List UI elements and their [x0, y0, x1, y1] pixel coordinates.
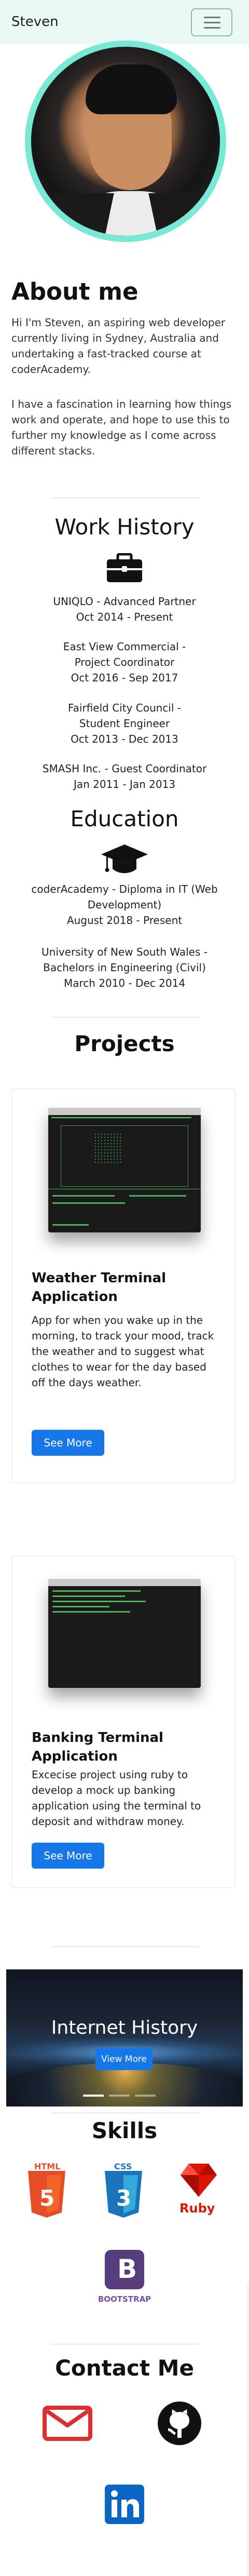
see-more-button[interactable]: See More: [32, 1843, 104, 1869]
about-title: About me: [11, 278, 139, 305]
carousel-indicator[interactable]: [135, 2095, 156, 2097]
ascii-art-icon: [94, 1133, 122, 1164]
email-icon[interactable]: [43, 2406, 92, 2441]
job-dates: Oct 2016 - Sep 2017: [71, 672, 178, 684]
css3-glyph: 3: [116, 2185, 132, 2211]
css3-icon: CSS 3: [102, 2162, 145, 2220]
terminal-line: [52, 1590, 141, 1592]
carousel-title: Internet History: [51, 2017, 198, 2038]
hamburger-line-icon: [204, 27, 220, 29]
project-card-banking: Banking Terminal Application Excecise pr…: [11, 1555, 236, 1888]
contact-title: Contact Me: [55, 2355, 194, 2381]
bootstrap-glyph: B: [117, 2254, 137, 2284]
linkedin-icon[interactable]: [105, 2485, 144, 2524]
banking-terminal-screenshot: [48, 1579, 201, 1688]
project-card-weather: Weather Terminal Application App for whe…: [11, 1089, 236, 1483]
ruby-gem-icon: [181, 2164, 217, 2197]
profile-photo-jacket-left: [42, 193, 114, 236]
projects-title: Projects: [74, 1031, 175, 1056]
education-title-item: coderAcademy - Diploma in IT (Web Develo…: [31, 883, 218, 911]
html5-icon: HTML 5: [25, 2162, 68, 2220]
job-title: East View Commercial - Project Coordinat…: [63, 640, 186, 668]
weather-terminal-screenshot: [48, 1108, 201, 1232]
scrollbar-track[interactable]: [247, 2285, 249, 2576]
job-title: UNIQLO - Advanced Partner: [53, 595, 196, 608]
job-dates: Jan 2011 - Jan 2013: [73, 778, 176, 790]
navbar: Steven: [0, 0, 249, 44]
profile-photo-hair: [86, 64, 177, 114]
education-title: Education: [70, 806, 179, 831]
about-paragraph: Hi I'm Steven, an aspiring web developer…: [11, 316, 226, 375]
terminal-titlebar: [48, 1579, 201, 1586]
job-dates: Oct 2013 - Dec 2013: [71, 733, 178, 745]
project-description: App for when you wake up in the morning,…: [32, 1314, 214, 1389]
terminal-line: [51, 1117, 191, 1118]
work-history-title: Work History: [54, 514, 195, 540]
about-paragraph: I have a fascination in learning how thi…: [11, 398, 232, 457]
profile-photo: [25, 41, 226, 242]
education-dates: August 2018 - Present: [66, 914, 183, 927]
terminal-line: [52, 1195, 115, 1197]
terminal-line: [129, 1195, 186, 1197]
skill-name: CSS: [114, 2162, 132, 2171]
hamburger-line-icon: [204, 17, 220, 18]
bootstrap-icon: B BOOTSTRAP: [96, 2250, 153, 2312]
github-icon[interactable]: [157, 2400, 202, 2446]
terminal-line: [52, 1202, 125, 1204]
carousel-indicator-active[interactable]: [83, 2095, 104, 2097]
terminal-line: [52, 1595, 125, 1597]
project-title: Banking Terminal Application: [32, 1730, 163, 1764]
view-more-button[interactable]: View More: [95, 2048, 153, 2070]
project-title: Weather Terminal Application: [32, 1270, 167, 1305]
briefcase-icon: [107, 553, 142, 582]
skill-name: HTML: [34, 2162, 61, 2171]
html5-glyph: 5: [39, 2185, 55, 2211]
terminal-line: [52, 1611, 130, 1613]
terminal-line: [52, 1606, 109, 1607]
skill-name: Ruby: [179, 2201, 215, 2216]
navbar-toggle-button[interactable]: [191, 8, 232, 36]
skills-title: Skills: [91, 2118, 158, 2143]
education-dates: March 2010 - Dec 2014: [63, 977, 186, 989]
terminal-line: [52, 1224, 89, 1226]
terminal-line: [52, 1601, 146, 1602]
job-title: Fairfield City Council - Student Enginee…: [67, 702, 181, 730]
see-more-button[interactable]: See More: [32, 1430, 104, 1456]
terminal-titlebar: [48, 1108, 201, 1115]
project-description: Excecise project using ruby to develop a…: [32, 1768, 201, 1828]
skill-name: BOOTSTRAP: [98, 2295, 151, 2304]
brand-link[interactable]: Steven: [11, 14, 59, 30]
carousel-indicator[interactable]: [109, 2095, 130, 2097]
graduation-cap-icon: [101, 844, 148, 874]
hamburger-line-icon: [204, 22, 220, 23]
education-title-item: University of New South Wales - Bachelor…: [42, 946, 208, 974]
job-dates: Oct 2014 - Present: [76, 611, 173, 623]
profile-photo-jacket-right: [148, 193, 220, 236]
terminal-panel: [61, 1125, 188, 1187]
job-title: SMASH Inc. - Guest Coordinator: [42, 762, 207, 775]
ruby-icon: Ruby: [175, 2163, 222, 2220]
